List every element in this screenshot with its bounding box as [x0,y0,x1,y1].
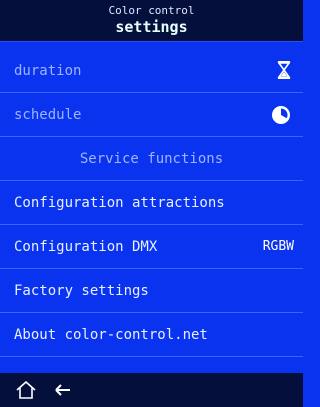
home-icon[interactable] [15,380,37,400]
bottom-nav-bar [0,373,303,407]
schedule-label: schedule [14,107,82,123]
dmx-mode-value: RGBW [262,239,294,254]
service-functions-header: Service functions [0,137,303,181]
about-label: About color-control.net [14,327,208,343]
page-title: settings [115,18,188,36]
title-bar: Color control settings [0,0,303,42]
hourglass-icon [277,60,291,84]
factory-settings-label: Factory settings [14,283,149,299]
configuration-attractions-label: Configuration attractions [14,195,225,211]
app-title: Color control [108,4,195,17]
duration-label: duration [14,63,82,79]
schedule-item[interactable]: schedule [0,93,303,137]
configuration-dmx-label: Configuration DMX [14,239,158,255]
configuration-dmx-item[interactable]: Configuration DMX RGBW [0,225,303,269]
factory-settings-item[interactable]: Factory settings [0,269,303,313]
clock-pie-icon [271,105,291,129]
duration-item[interactable]: duration [0,49,303,93]
configuration-attractions-item[interactable]: Configuration attractions [0,181,303,225]
about-item[interactable]: About color-control.net [0,313,303,357]
section-title: Service functions [79,151,224,167]
header-divider [0,41,303,42]
back-arrow-icon[interactable] [52,380,74,400]
